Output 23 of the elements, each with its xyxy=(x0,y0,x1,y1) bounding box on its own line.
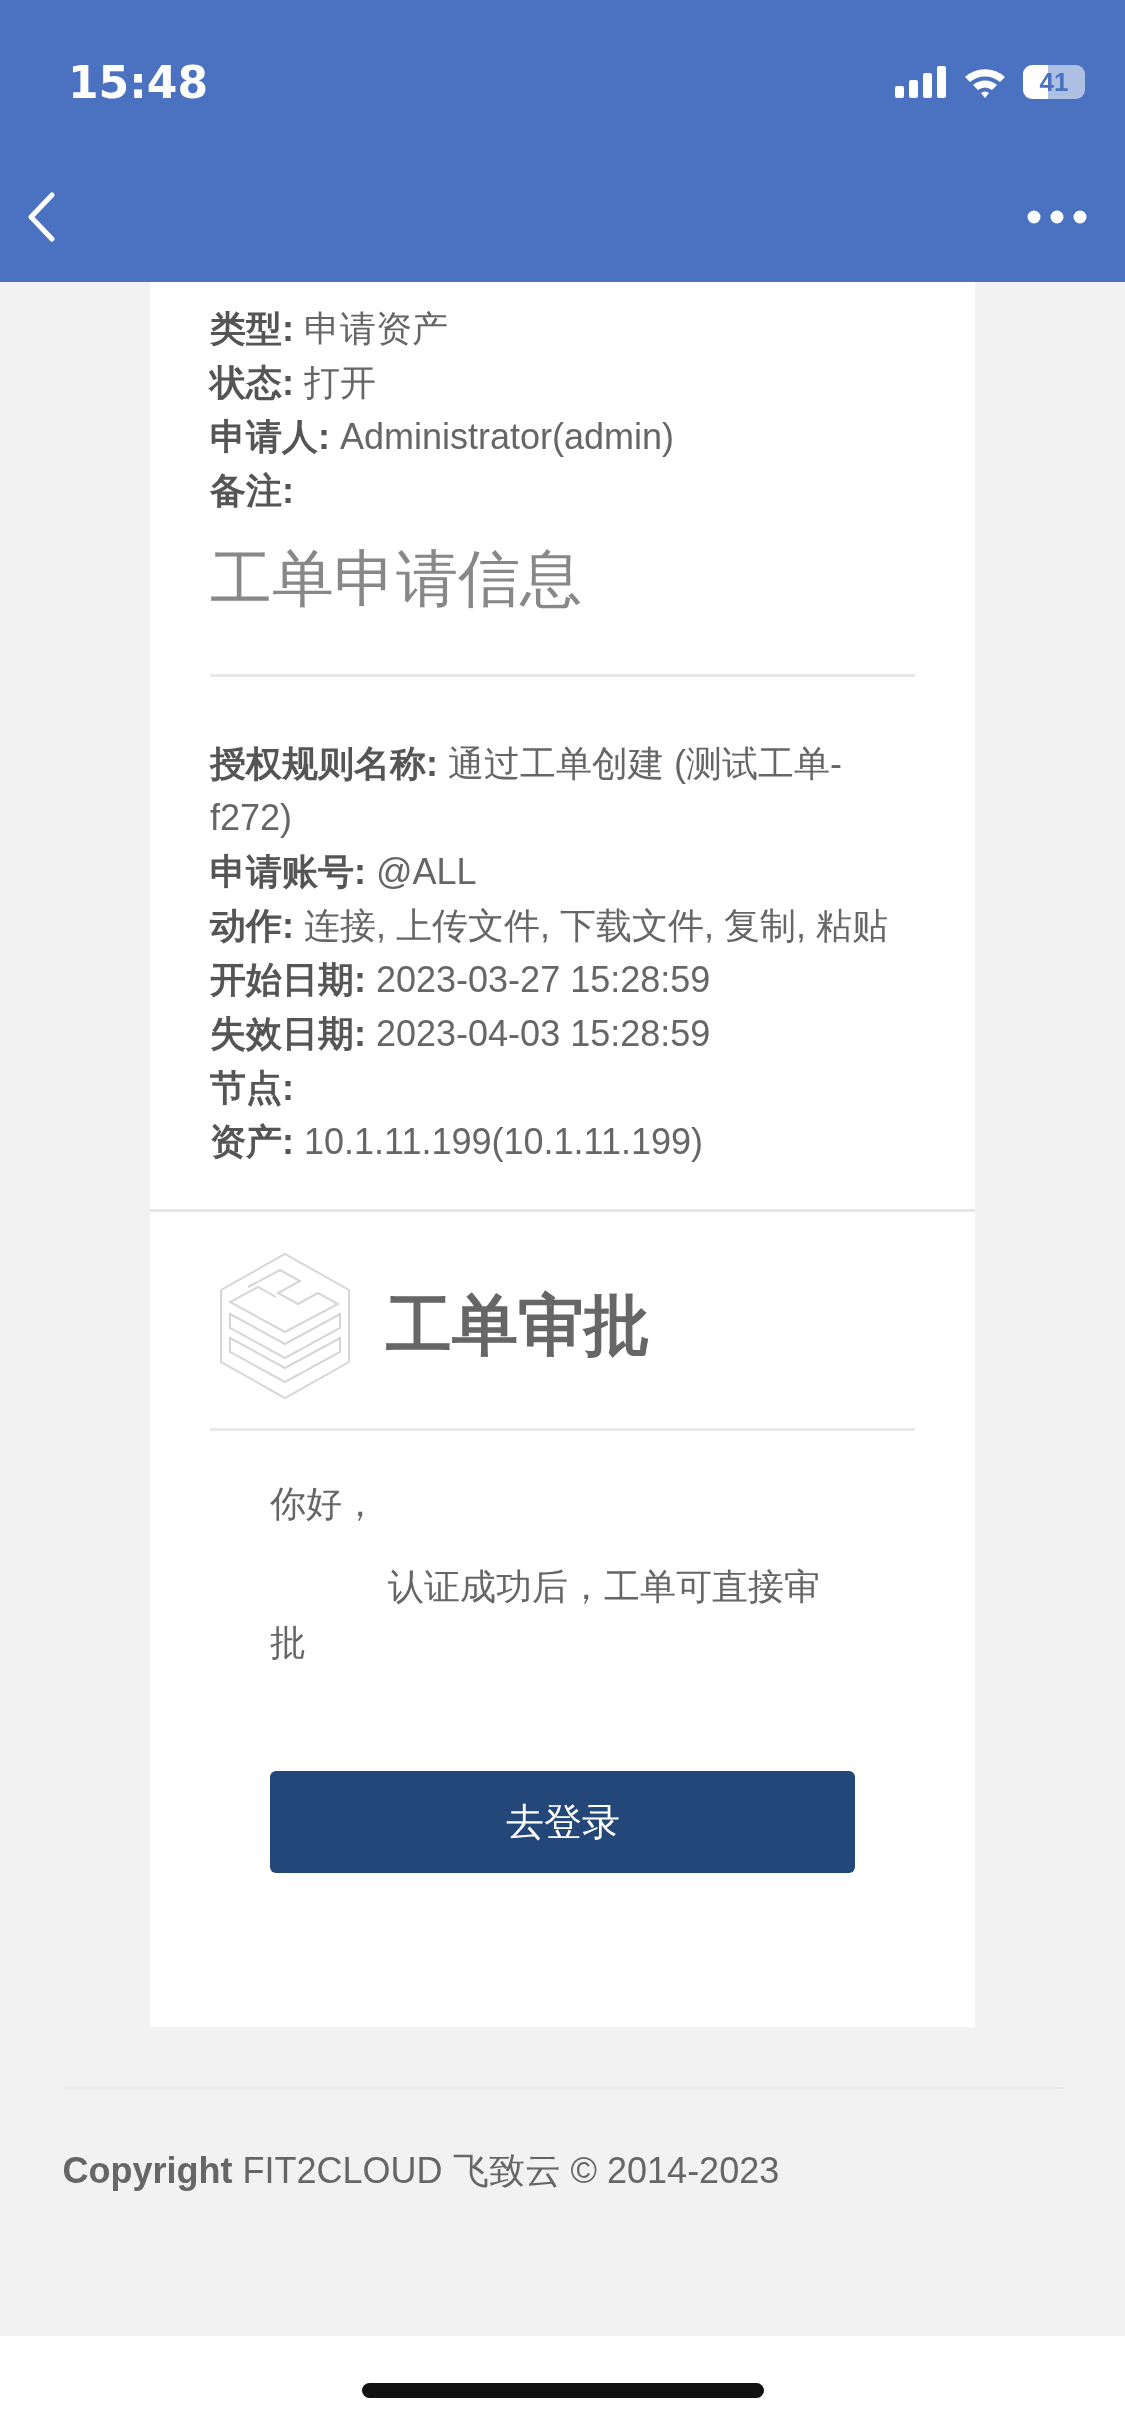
logo-icon xyxy=(218,1252,352,1400)
wifi-icon xyxy=(963,66,1007,98)
section-heading: 工单申请信息 xyxy=(210,543,583,615)
approval-title: 工单审批 xyxy=(386,1287,650,1364)
rule-field: 资产: 10.1.11.199(10.1.11.199) xyxy=(210,1115,915,1169)
rule-field: 失效日期: 2023-04-03 15:28:59 xyxy=(210,1007,915,1061)
message-text: 认证成功后，工单可直接审批 xyxy=(270,1565,821,1665)
ticket-field: 状态: 打开 xyxy=(210,356,915,410)
rule-field: 开始日期: 2023-03-27 15:28:59 xyxy=(210,953,915,1007)
back-icon[interactable] xyxy=(26,192,56,242)
rule-field: 申请账号: @ALL xyxy=(210,845,915,899)
ticket-field: 类型: 申请资产 xyxy=(210,302,915,356)
rule-field: 动作: 连接, 上传文件, 下载文件, 复制, 粘贴 xyxy=(210,899,915,953)
ticket-field: 申请人: Administrator(admin) xyxy=(210,410,915,464)
login-button[interactable]: 去登录 xyxy=(270,1771,855,1873)
ticket-field: 备注: xyxy=(210,464,915,518)
greeting-text: 你好， xyxy=(270,1482,379,1526)
rule-field: 授权规则名称: 通过工单创建 (测试工单-f272) xyxy=(210,737,915,845)
signal-icon xyxy=(895,66,947,98)
more-icon[interactable] xyxy=(1027,210,1087,224)
copyright-text: Copyright FIT2CLOUD 飞致云 © 2014-2023 xyxy=(62,2149,781,2193)
rule-field: 节点: xyxy=(210,1061,915,1115)
status-time: 15:48 xyxy=(68,56,209,108)
